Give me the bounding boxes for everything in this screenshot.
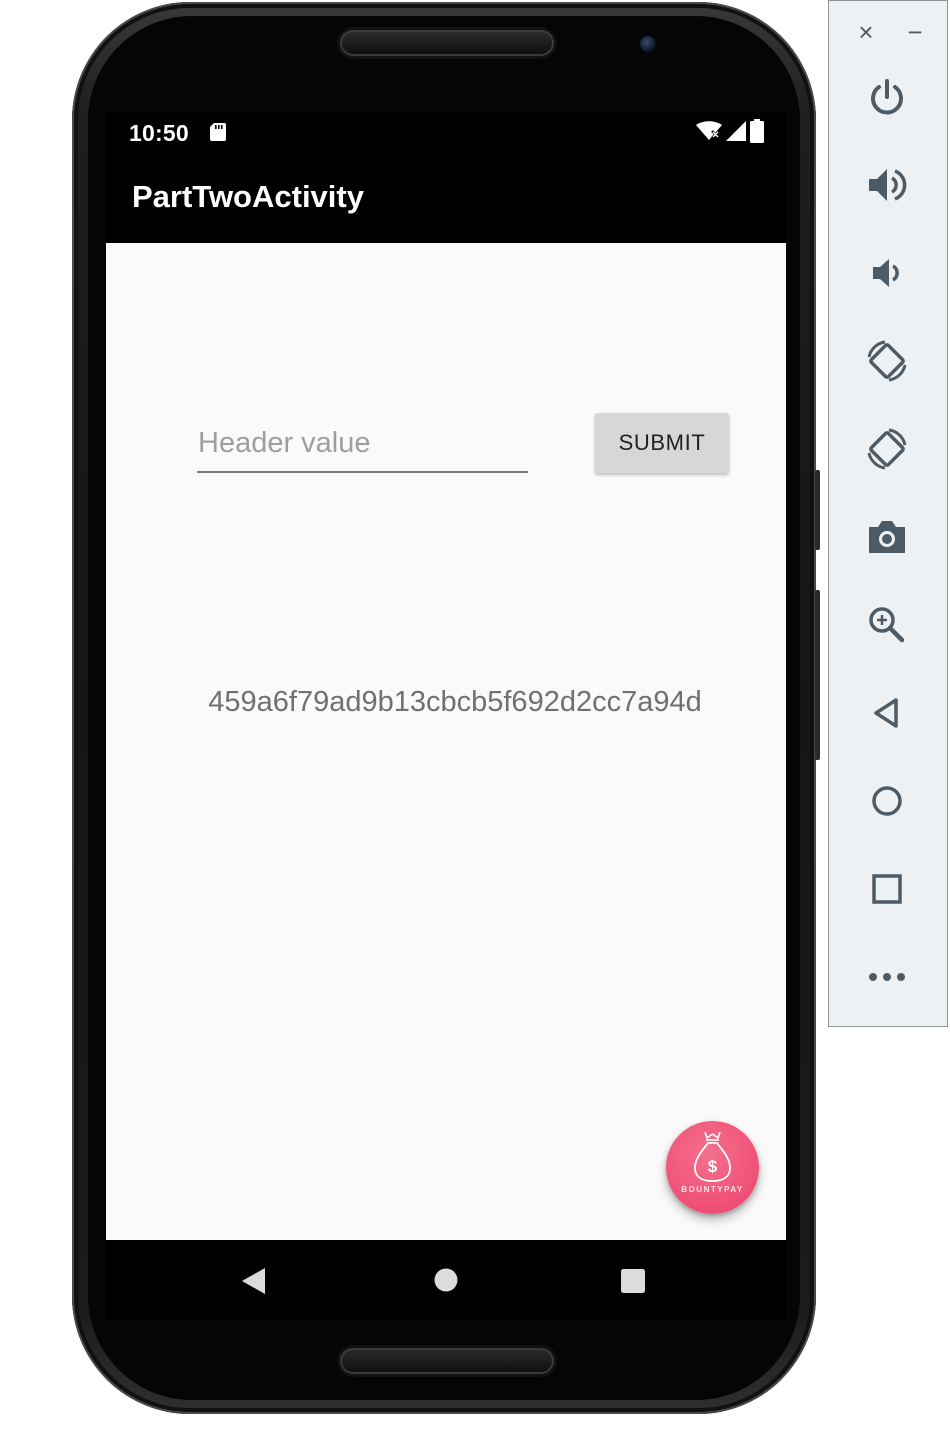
- screenshot-button[interactable]: [859, 509, 915, 565]
- overview-icon: [872, 874, 902, 904]
- zoom-button[interactable]: [859, 597, 915, 653]
- rotate-left-icon: [867, 340, 907, 382]
- status-icons: [696, 119, 764, 143]
- volume-up-icon: [869, 169, 907, 201]
- app-bar: PartTwoActivity: [106, 153, 786, 243]
- home-icon[interactable]: [434, 1268, 458, 1292]
- window-controls: × −: [829, 17, 949, 47]
- close-button[interactable]: ×: [855, 17, 877, 47]
- submit-button[interactable]: SUBMIT: [595, 413, 729, 473]
- back-button[interactable]: [859, 685, 915, 741]
- navigation-bar: [106, 1240, 786, 1320]
- rotate-left-button[interactable]: [859, 333, 915, 389]
- result-hash-text: 459a6f79ad9b13cbcb5f692d2cc7a94d: [208, 686, 702, 718]
- volume-up-button[interactable]: [859, 157, 915, 213]
- camera-icon: [869, 521, 905, 553]
- wifi-off-icon: [696, 121, 722, 140]
- front-camera: [640, 36, 656, 52]
- volume-down-button[interactable]: [859, 245, 915, 301]
- cell-signal-icon: [726, 121, 746, 141]
- bottom-speaker: [340, 1348, 554, 1374]
- side-button-power[interactable]: [815, 470, 820, 550]
- header-value-field[interactable]: [197, 421, 529, 473]
- back-icon[interactable]: [241, 1267, 267, 1295]
- battery-icon: [750, 119, 764, 143]
- sd-card-icon: [210, 123, 226, 141]
- home-icon: [872, 786, 902, 816]
- more-icon: [869, 973, 905, 981]
- overview-button[interactable]: [859, 861, 915, 917]
- money-bag-icon: $: [694, 1131, 731, 1182]
- volume-down-icon: [873, 259, 899, 287]
- activity-content: SUBMIT 459a6f79ad9b13cbcb5f692d2cc7a94d …: [106, 243, 786, 1240]
- status-time: 10:50: [129, 120, 189, 146]
- status-bar: 10:50: [106, 111, 786, 153]
- more-button[interactable]: [859, 949, 915, 1005]
- svg-text:$: $: [708, 1157, 718, 1176]
- emulator-toolbar: × −: [828, 0, 948, 1027]
- side-button-volume[interactable]: [815, 590, 820, 760]
- zoom-icon: [869, 607, 905, 643]
- fab-label: BOUNTYPAY: [681, 1185, 744, 1194]
- top-speaker: [340, 30, 554, 56]
- recents-icon[interactable]: [620, 1269, 646, 1293]
- bountypay-fab[interactable]: $ BOUNTYPAY: [666, 1121, 759, 1214]
- header-value-input[interactable]: [197, 421, 529, 465]
- power-button[interactable]: [859, 69, 915, 125]
- page-title: PartTwoActivity: [132, 179, 364, 214]
- minimize-button[interactable]: −: [903, 17, 927, 47]
- back-icon: [874, 698, 898, 728]
- power-icon: [871, 79, 903, 115]
- home-button[interactable]: [859, 773, 915, 829]
- rotate-right-icon: [867, 428, 907, 470]
- rotate-right-button[interactable]: [859, 421, 915, 477]
- device-screen: 10:50 PartTwoActivity Header value SUBMI…: [106, 111, 786, 1320]
